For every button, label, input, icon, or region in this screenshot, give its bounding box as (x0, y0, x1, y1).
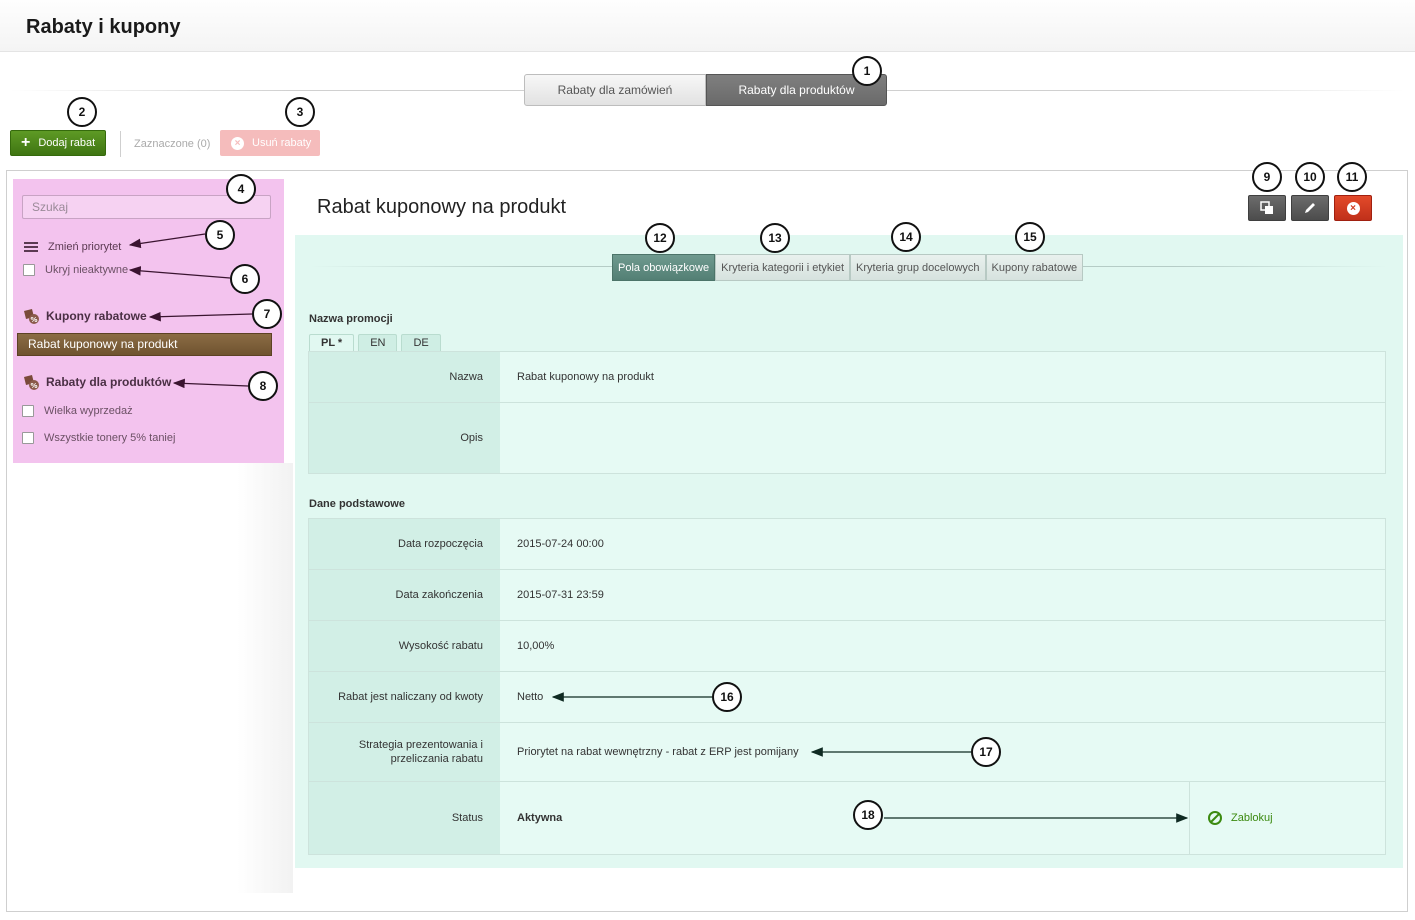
change-priority-label: Zmień priorytet (48, 241, 122, 253)
callout-16: 16 (712, 682, 742, 712)
section-basic-data: Dane podstawowe (309, 498, 405, 510)
form-row: Data rozpoczęcia 2015-07-24 00:00 (309, 519, 1385, 570)
checkbox[interactable] (22, 432, 34, 444)
form-row: Opis (309, 403, 1385, 473)
calculation-base-value: Netto (517, 691, 544, 703)
field-label: Strategia prezentowania i przeliczania r… (309, 723, 500, 781)
callout-3: 3 (285, 97, 315, 127)
strategy-value: Priorytet na rabat wewnętrzny - rabat z … (517, 746, 799, 758)
delete-button[interactable]: × (1334, 195, 1372, 221)
coupon-icon: % (24, 309, 39, 324)
edit-button[interactable] (1291, 195, 1329, 221)
copy-button[interactable] (1248, 195, 1286, 221)
discount-amount-value: 10,00% (517, 640, 555, 652)
coupons-heading: Kupony rabatowe (46, 309, 147, 323)
field-label: Status (309, 782, 500, 854)
page-title: Rabaty i kupony (26, 16, 181, 38)
sidebar-shadow (13, 463, 293, 893)
add-discount-button[interactable]: + Dodaj rabat (10, 130, 106, 156)
callout-2: 2 (67, 97, 97, 127)
language-tabs: PL * EN DE (309, 334, 441, 351)
toolbar-divider (120, 131, 121, 157)
list-icon (24, 242, 38, 252)
checkbox[interactable] (22, 405, 34, 417)
basic-data-form: Data rozpoczęcia 2015-07-24 00:00 Data z… (308, 518, 1386, 855)
product-discounts-heading: Rabaty dla produktów (46, 375, 172, 389)
copy-icon (1260, 201, 1273, 214)
tab-category-criteria[interactable]: Kryteria kategorii i etykiet (715, 254, 851, 281)
callout-4: 4 (226, 174, 256, 204)
coupons-group[interactable]: % Kupony rabatowe (22, 308, 147, 324)
start-date-value: 2015-07-24 00:00 (517, 538, 604, 550)
tab-order-discounts[interactable]: Rabaty dla zamówień (524, 74, 706, 106)
callout-17: 17 (971, 737, 1001, 767)
form-row: Rabat jest naliczany od kwoty Netto (309, 672, 1385, 723)
svg-text:%: % (30, 382, 37, 390)
callout-10: 10 (1295, 162, 1325, 192)
tab-required-fields[interactable]: Pola obowiązkowe (612, 254, 716, 281)
callout-18: 18 (853, 800, 883, 830)
page-header: Rabaty i kupony (0, 0, 1415, 52)
sidebar-item-coupon-product[interactable]: Rabat kuponowy na produkt (17, 333, 272, 356)
tab-target-groups[interactable]: Kryteria grup docelowych (850, 254, 986, 281)
block-label: Zablokuj (1231, 812, 1273, 824)
detail-tabs: Pola obowiązkowe Kryteria kategorii i et… (612, 254, 1084, 281)
list-item-label: Wielka wyprzedaż (44, 405, 133, 417)
sidebar-item-big-sale[interactable]: Wielka wyprzedaż (22, 405, 133, 417)
hide-inactive-label: Ukryj nieaktywne (45, 264, 129, 276)
field-label: Data rozpoczęcia (309, 519, 500, 569)
callout-1: 1 (852, 56, 882, 86)
promo-name-form: Nazwa Rabat kuponowy na produkt Opis (308, 351, 1386, 474)
selected-count: Zaznaczone (0) (134, 138, 211, 150)
product-discounts-group[interactable]: % Rabaty dla produktów (22, 374, 171, 390)
end-date-value: 2015-07-31 23:59 (517, 589, 604, 601)
hide-inactive-checkbox[interactable]: Ukryj nieaktywne (23, 264, 128, 276)
pencil-icon (1305, 203, 1315, 213)
callout-15: 15 (1015, 222, 1045, 252)
block-button[interactable]: Zablokuj (1189, 782, 1385, 854)
add-discount-label: Dodaj rabat (38, 137, 96, 149)
sidebar-item-toners[interactable]: Wszystkie tonery 5% taniej (22, 432, 175, 444)
field-label: Rabat jest naliczany od kwoty (309, 672, 500, 722)
section-promo-name: Nazwa promocji (309, 313, 393, 325)
remove-icon: × (231, 136, 244, 150)
callout-6: 6 (230, 264, 260, 294)
tab-coupons[interactable]: Kupony rabatowe (985, 254, 1084, 281)
tab-lang-en[interactable]: EN (358, 334, 398, 351)
field-label: Nazwa (309, 352, 500, 402)
form-row: Status Aktywna Zablokuj (309, 782, 1385, 854)
discount-icon: % (24, 375, 39, 390)
callout-8: 8 (248, 371, 278, 401)
callout-11: 11 (1337, 162, 1367, 192)
block-icon (1208, 811, 1222, 825)
field-label: Data zakończenia (309, 570, 500, 620)
form-row: Data zakończenia 2015-07-31 23:59 (309, 570, 1385, 621)
form-row: Wysokość rabatu 10,00% (309, 621, 1385, 672)
tab-lang-pl[interactable]: PL * (309, 334, 355, 351)
callout-5: 5 (205, 220, 235, 250)
tab-lang-de[interactable]: DE (401, 334, 441, 351)
list-item-label: Wszystkie tonery 5% taniej (44, 432, 176, 444)
change-priority-link[interactable]: Zmień priorytet (24, 241, 121, 253)
delete-icon: × (1346, 201, 1360, 215)
discount-type-tabs: Rabaty dla zamówień Rabaty dla produktów (524, 74, 887, 106)
remove-discounts-button[interactable]: × Usuń rabaty (220, 130, 320, 156)
callout-9: 9 (1252, 162, 1282, 192)
plus-icon: + (21, 134, 31, 151)
callout-14: 14 (891, 222, 921, 252)
detail-title: Rabat kuponowy na produkt (317, 196, 567, 218)
status-value: Aktywna (517, 812, 563, 824)
field-label: Wysokość rabatu (309, 621, 500, 671)
name-value: Rabat kuponowy na produkt (517, 371, 654, 383)
callout-12: 12 (645, 223, 675, 253)
callout-7: 7 (252, 299, 282, 329)
form-row: Nazwa Rabat kuponowy na produkt (309, 352, 1385, 403)
callout-13: 13 (760, 223, 790, 253)
svg-text:%: % (30, 316, 37, 324)
field-label: Opis (309, 403, 500, 473)
remove-discounts-label: Usuń rabaty (252, 137, 312, 149)
form-row: Strategia prezentowania i przeliczania r… (309, 723, 1385, 782)
description-value (500, 403, 1385, 473)
checkbox[interactable] (23, 264, 35, 276)
